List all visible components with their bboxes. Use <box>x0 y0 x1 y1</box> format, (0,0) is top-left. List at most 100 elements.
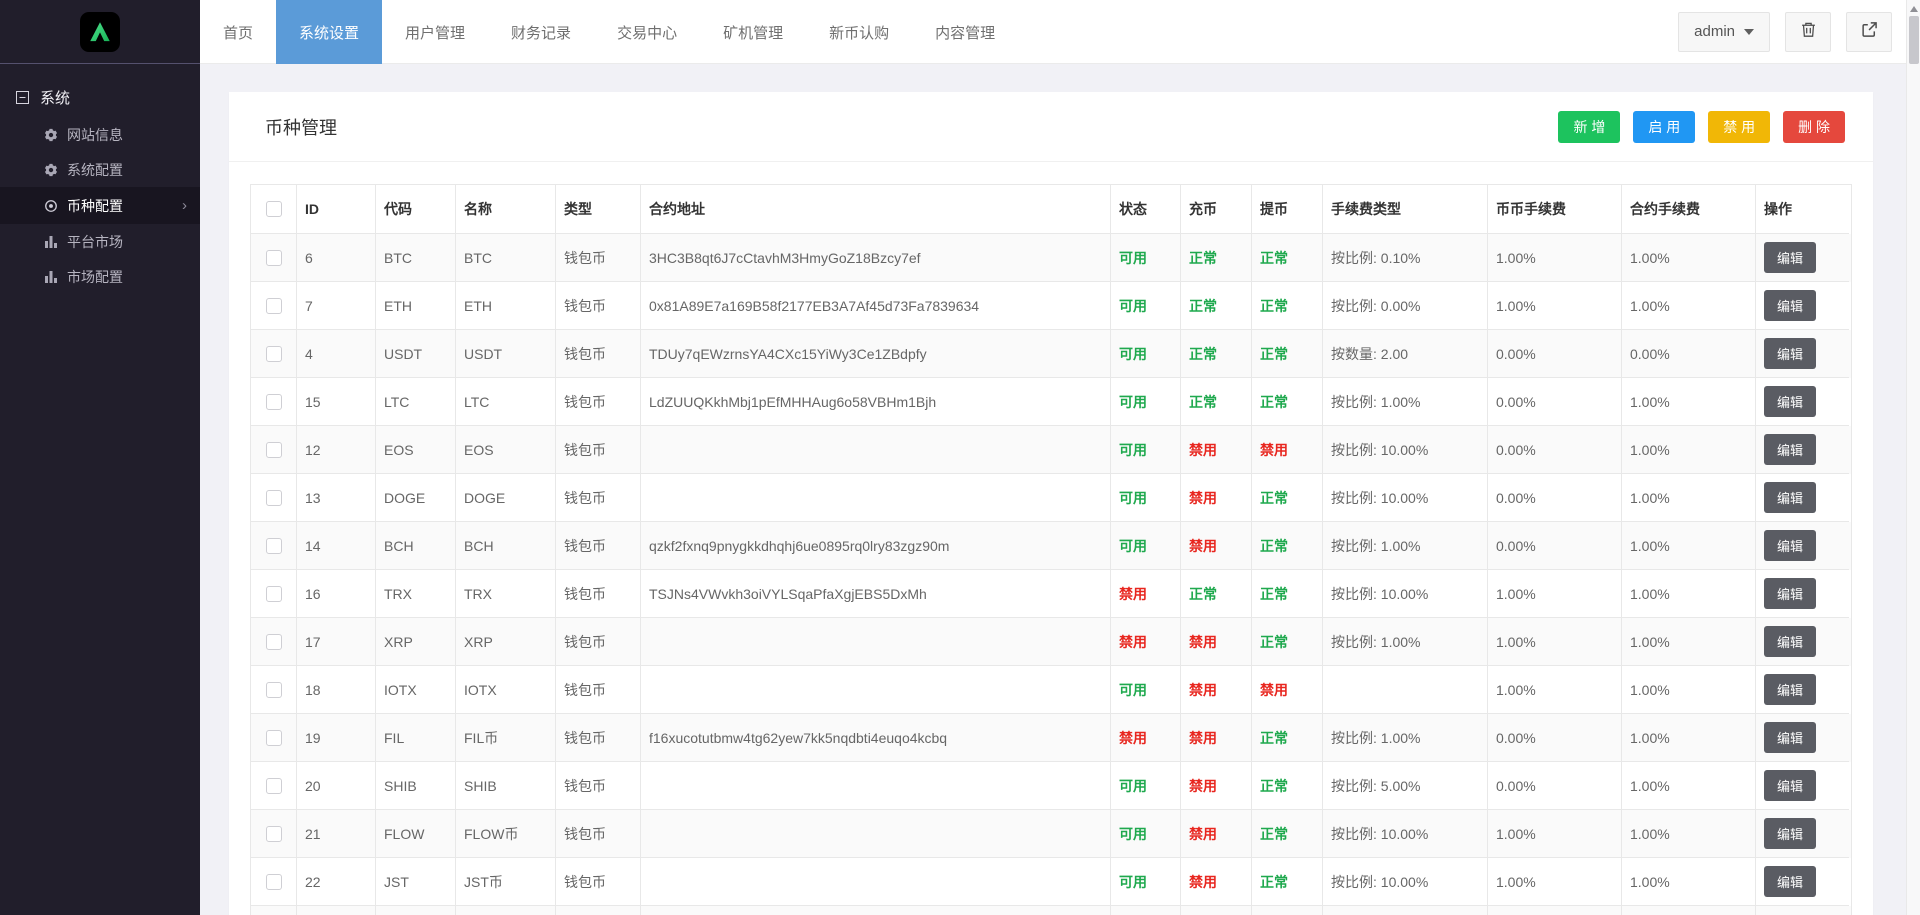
cell-name: LTC <box>456 378 556 426</box>
row-checkbox[interactable] <box>266 537 282 554</box>
edit-button[interactable]: 编辑 <box>1764 770 1817 801</box>
row-checkbox[interactable] <box>266 873 282 890</box>
cell-empty <box>456 906 556 915</box>
row-checkbox[interactable] <box>266 393 282 410</box>
delete-button[interactable]: 删 除 <box>1783 110 1845 143</box>
sidebar-group-label: 系统 <box>40 89 71 107</box>
row-checkbox[interactable] <box>266 345 282 362</box>
tab-trade-center[interactable]: 交易中心 <box>594 0 700 64</box>
row-checkbox[interactable] <box>266 777 282 794</box>
cell-contract-address: TDUy7qEWzrnsYA4CXc15YiWy3Ce1ZBdpfy <box>641 330 1111 378</box>
disable-button[interactable]: 禁 用 <box>1708 110 1771 143</box>
cell-coin-fee: 0.00% <box>1488 330 1622 378</box>
cell-code: USDT <box>376 330 456 378</box>
sidebar-item-label: 币种配置 <box>67 197 123 214</box>
tab-home[interactable]: 首页 <box>200 0 276 64</box>
column-header-fee-type: 手续费类型 <box>1323 185 1488 234</box>
edit-button[interactable]: 编辑 <box>1764 818 1817 849</box>
status-badge: 禁用 <box>1189 825 1217 842</box>
cell-type: 钱包币 <box>556 762 641 810</box>
edit-button[interactable]: 编辑 <box>1764 338 1817 369</box>
sidebar-group-system[interactable]: 系统 <box>0 77 200 117</box>
tab-miner-management[interactable]: 矿机管理 <box>700 0 806 64</box>
column-header-withdraw: 提币 <box>1252 185 1323 234</box>
edit-button[interactable]: 编辑 <box>1764 674 1817 705</box>
cell-id: 20 <box>297 762 376 810</box>
scrollbar-thumb[interactable] <box>1908 16 1919 64</box>
edit-button[interactable]: 编辑 <box>1764 578 1817 609</box>
cell-type: 钱包币 <box>556 330 641 378</box>
brand-logo[interactable] <box>80 11 120 52</box>
cell-contract-fee: 1.00% <box>1622 666 1756 714</box>
edit-button[interactable]: 编辑 <box>1764 866 1817 897</box>
table-row: 20 SHIB SHIB 钱包币 可用 禁用 正常 按比例: 5.00% 0.00% 1.00% 编… <box>251 762 1851 810</box>
cell-status: 可用 <box>1111 378 1181 426</box>
status-badge: 可用 <box>1119 441 1147 458</box>
table-row: 13 DOGE DOGE 钱包币 可用 禁用 正常 按比例: 10.00% 0.00% 1.00%… <box>251 474 1851 522</box>
cell-status: 可用 <box>1111 762 1181 810</box>
edit-button[interactable]: 编辑 <box>1764 290 1817 321</box>
row-checkbox[interactable] <box>266 825 282 842</box>
edit-button[interactable]: 编辑 <box>1764 530 1817 561</box>
status-badge: 禁用 <box>1260 681 1288 698</box>
status-badge: 可用 <box>1119 537 1147 554</box>
row-checkbox[interactable] <box>266 585 282 602</box>
tab-system-settings[interactable]: 系统设置 <box>276 0 383 64</box>
sidebar-item-market-config[interactable]: 市场配置 <box>0 259 200 294</box>
edit-button[interactable]: 编辑 <box>1764 482 1817 513</box>
column-header-type: 类型 <box>556 185 641 234</box>
sidebar-item-label: 平台市场 <box>67 233 123 250</box>
cell-name: IOTX <box>456 666 556 714</box>
edit-button[interactable]: 编辑 <box>1764 386 1817 417</box>
select-all-checkbox[interactable] <box>266 201 282 217</box>
row-checkbox-cell <box>251 282 297 330</box>
edit-button[interactable]: 编辑 <box>1764 434 1817 465</box>
cell-empty <box>251 906 297 915</box>
clear-cache-button[interactable] <box>1785 11 1831 52</box>
edit-button[interactable]: 编辑 <box>1764 242 1817 273</box>
sidebar-item-platform-market[interactable]: 平台市场 <box>0 224 200 259</box>
cell-id: 13 <box>297 474 376 522</box>
row-checkbox[interactable] <box>266 489 282 506</box>
cell-withdraw: 正常 <box>1252 474 1323 522</box>
tab-finance-records[interactable]: 财务记录 <box>488 0 594 64</box>
sidebar-item-coin-config[interactable]: 币种配置 › <box>0 187 200 224</box>
row-checkbox[interactable] <box>266 729 282 746</box>
table-row: 6 BTC BTC 钱包币 3HC3B8qt6J7cCtavhM3HmyGoZ18Bzc… <box>251 234 1851 282</box>
cell-contract-address: 3HC3B8qt6J7cCtavhM3HmyGoZ18Bzcy7ef <box>641 234 1111 282</box>
edit-button[interactable]: 编辑 <box>1764 722 1817 753</box>
cell-empty <box>1111 906 1181 915</box>
user-menu-button[interactable]: admin <box>1678 11 1770 52</box>
cell-name: FLOW币 <box>456 810 556 858</box>
cell-fee-type: 按比例: 10.00% <box>1323 570 1488 618</box>
caret-down-icon <box>1744 28 1754 35</box>
tab-user-management[interactable]: 用户管理 <box>382 0 488 64</box>
status-badge: 正常 <box>1189 345 1217 362</box>
logout-button[interactable] <box>1846 11 1892 52</box>
cell-fee-type: 按比例: 10.00% <box>1323 474 1488 522</box>
status-badge: 禁用 <box>1119 633 1147 650</box>
cell-name: BCH <box>456 522 556 570</box>
row-checkbox[interactable] <box>266 681 282 698</box>
row-checkbox[interactable] <box>266 441 282 458</box>
tab-content-management[interactable]: 内容管理 <box>912 0 1018 64</box>
cell-contract-address: 0x81A89E7a169B58f2177EB3A7Af45d73Fa78396… <box>641 282 1111 330</box>
row-checkbox[interactable] <box>266 633 282 650</box>
cell-contract-fee: 1.00% <box>1622 570 1756 618</box>
scroll-up-arrow-icon[interactable] <box>1909 6 1918 12</box>
edit-button[interactable]: 编辑 <box>1764 626 1817 657</box>
row-checkbox-cell <box>251 810 297 858</box>
sidebar: 系统 网站信息 系统配置 币种配置 › 平台市场 市场配置 <box>0 0 200 915</box>
sidebar-item-system-config[interactable]: 系统配置 <box>0 152 200 187</box>
cell-contract-address: LdZUUQKkhMbj1pEfMHHAug6o58VBHm1Bjh <box>641 378 1111 426</box>
sidebar-item-website-info[interactable]: 网站信息 <box>0 117 200 152</box>
tab-new-coin-subscribe[interactable]: 新币认购 <box>806 0 912 64</box>
cell-deposit: 正常 <box>1181 234 1252 282</box>
enable-button[interactable]: 启 用 <box>1633 110 1696 143</box>
page-scrollbar[interactable] <box>1906 0 1920 915</box>
add-button[interactable]: 新 增 <box>1558 110 1621 143</box>
table-row: 18 IOTX IOTX 钱包币 可用 禁用 禁用 1.00% 1.00% 编辑 <box>251 666 1851 714</box>
row-checkbox[interactable] <box>266 297 282 314</box>
cell-id: 22 <box>297 858 376 906</box>
row-checkbox[interactable] <box>266 249 282 266</box>
